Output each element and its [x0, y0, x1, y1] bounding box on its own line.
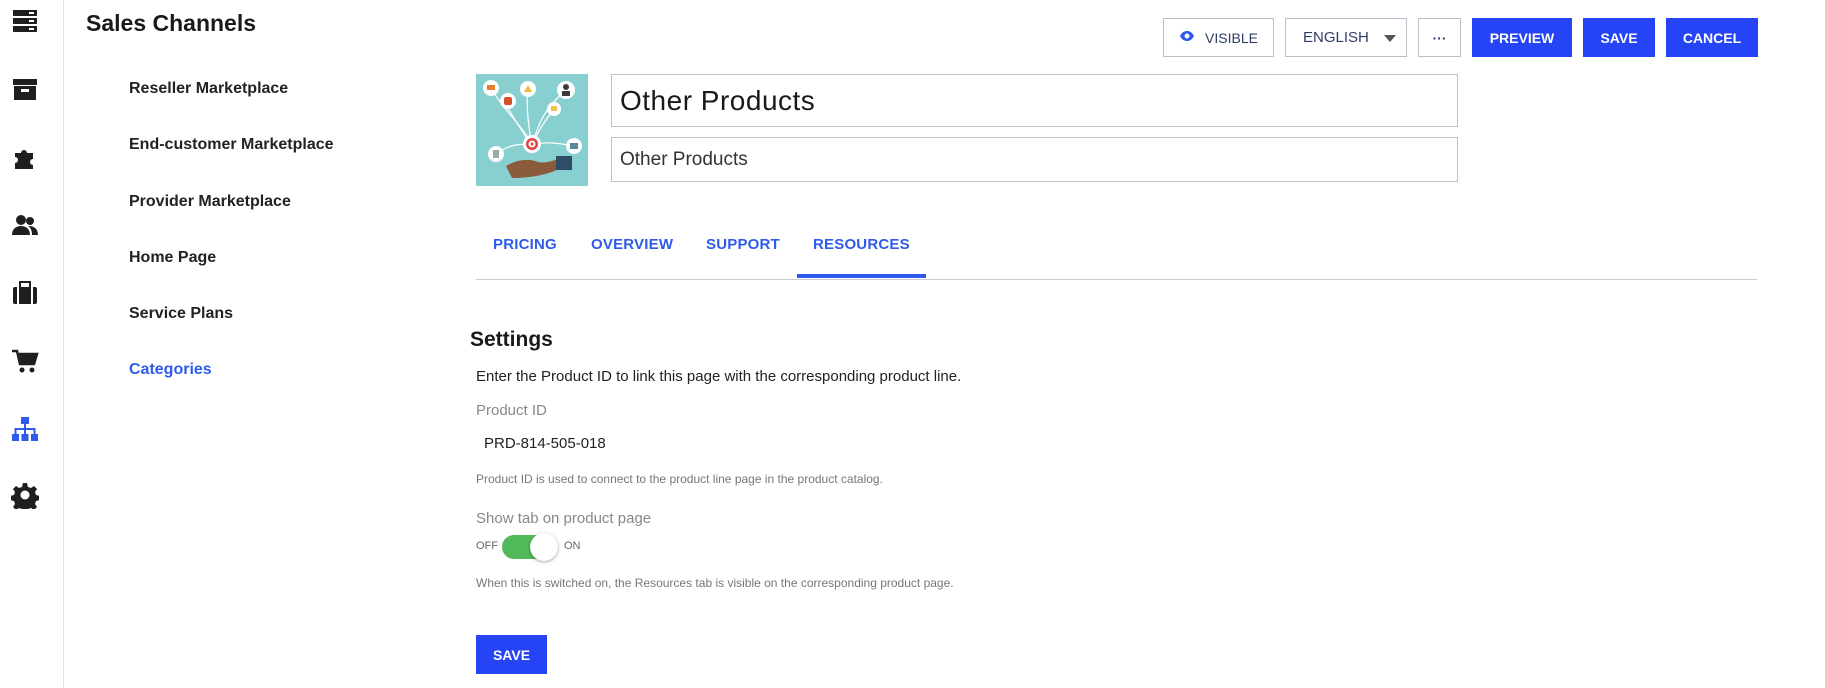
product-subtitle-input[interactable] — [611, 137, 1458, 182]
settings-save-button[interactable]: SAVE — [476, 635, 547, 674]
toggle-off-label: OFF — [476, 540, 498, 552]
tab-support[interactable]: SUPPORT — [706, 236, 780, 253]
sitemap-icon[interactable] — [10, 414, 40, 444]
briefcase-icon[interactable] — [10, 278, 40, 308]
tabs-divider — [476, 279, 1757, 280]
show-tab-label: Show tab on product page — [476, 510, 652, 527]
page-title: Sales Channels — [86, 10, 257, 36]
language-select[interactable]: ENGLISH — [1285, 18, 1407, 57]
more-icon: ··· — [1432, 29, 1447, 46]
eye-icon — [1179, 28, 1205, 47]
subnav-item-service-plans[interactable]: Service Plans — [129, 305, 233, 323]
product-title-input[interactable] — [611, 74, 1458, 127]
cart-icon[interactable] — [10, 346, 40, 376]
tab-pricing[interactable]: PRICING — [493, 236, 557, 253]
language-value: ENGLISH — [1303, 29, 1369, 46]
gear-icon[interactable] — [10, 480, 40, 510]
puzzle-icon[interactable] — [10, 142, 40, 172]
product-id-field[interactable]: PRD-814-505-018 — [484, 435, 606, 452]
product-image[interactable] — [476, 74, 588, 186]
visibility-button[interactable]: VISIBLE — [1163, 18, 1274, 57]
visibility-label: VISIBLE — [1205, 29, 1258, 46]
product-id-label: Product ID — [476, 402, 547, 419]
subnav-item-provider-marketplace[interactable]: Provider Marketplace — [129, 193, 291, 211]
settings-description: Enter the Product ID to link this page w… — [476, 368, 962, 385]
settings-heading: Settings — [470, 328, 553, 351]
tab-overview[interactable]: OVERVIEW — [591, 236, 673, 253]
toggle-knob[interactable] — [530, 533, 558, 561]
show-tab-toggle[interactable] — [502, 533, 558, 561]
tab-resources[interactable]: RESOURCES — [813, 236, 910, 253]
icon-rail — [0, 0, 64, 688]
toggle-help: When this is switched on, the Resources … — [476, 576, 954, 590]
archive-icon[interactable] — [10, 74, 40, 104]
active-tab-indicator — [797, 274, 926, 278]
save-button[interactable]: SAVE — [1583, 18, 1655, 57]
subnav-item-home-page[interactable]: Home Page — [129, 249, 216, 267]
preview-button[interactable]: PREVIEW — [1472, 18, 1572, 57]
subnav-item-end-customer-marketplace[interactable]: End-customer Marketplace — [129, 136, 334, 154]
cancel-button[interactable]: CANCEL — [1666, 18, 1758, 57]
users-icon[interactable] — [10, 210, 40, 240]
more-button[interactable]: ··· — [1418, 18, 1461, 57]
toggle-on-label: ON — [564, 540, 581, 552]
product-id-help: Product ID is used to connect to the pro… — [476, 472, 883, 486]
server-icon[interactable] — [10, 6, 40, 36]
chevron-down-icon — [1384, 35, 1396, 42]
subnav-item-reseller-marketplace[interactable]: Reseller Marketplace — [129, 80, 288, 98]
subnav-item-categories[interactable]: Categories — [129, 361, 212, 379]
